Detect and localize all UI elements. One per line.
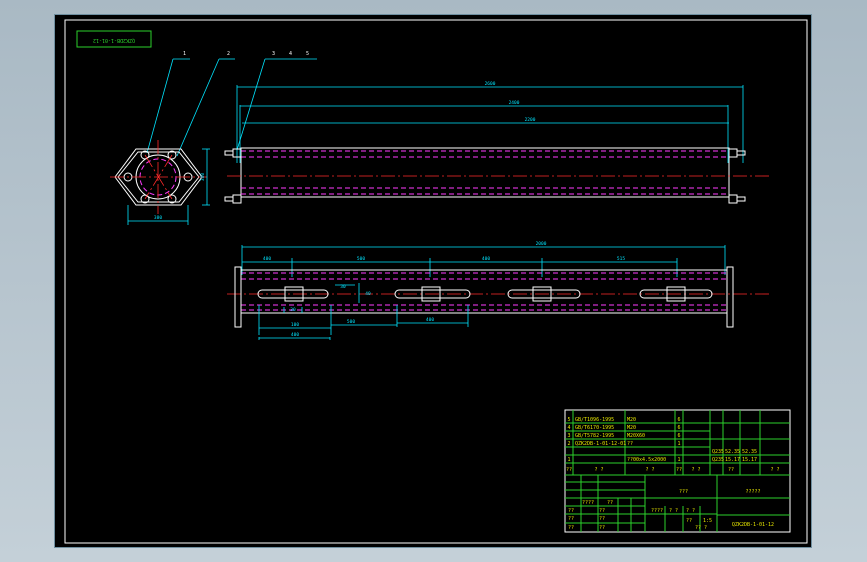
end-view: 380 380: [110, 140, 210, 225]
balloon-5: 5: [306, 51, 309, 57]
part-1-weight: 15.17: [725, 457, 740, 463]
scale-cells: ???? ? ? ? ? ?? 1:5: [651, 508, 712, 524]
part-1-material: Q235: [712, 457, 724, 463]
part-4-no: 4: [567, 425, 570, 431]
part-4-name: M20: [627, 425, 636, 431]
end-view-width-dim: 380: [154, 215, 162, 221]
part-2-code: QZK2DB-1-01-12-01: [575, 441, 626, 447]
sign-cell-2: ??: [568, 508, 574, 514]
bottom-segment-4: 515: [617, 256, 625, 262]
part-5-qty: 6: [677, 417, 680, 423]
scale-cell-4: ??: [686, 518, 692, 524]
sign-cell-4: ??: [568, 525, 574, 531]
part-2-material: Q235: [712, 449, 724, 455]
drawing-name: ?????: [745, 489, 760, 495]
sign-cell-1: ????: [582, 500, 594, 506]
part-3-name: M20X60: [627, 433, 645, 439]
part-4-code: GB/T6170-1995: [575, 425, 614, 431]
top-overall-dim: 2600: [485, 81, 496, 87]
scale-cell-5: 1:5: [703, 518, 712, 524]
part-1-total: 15.17: [742, 457, 757, 463]
header-no: ??: [566, 467, 572, 473]
part-1-name: ??00x4.5x2000: [627, 457, 666, 463]
drawing-code-stamp: QZK2DB-1-01-12: [76, 30, 152, 48]
end-view-height-dim: 380: [200, 173, 206, 181]
bottom-total-dim: 2000: [536, 241, 547, 247]
scale-cell-2: ? ?: [669, 508, 678, 514]
top-inner-dim: 2400: [509, 100, 520, 106]
header-qty: ??: [676, 467, 682, 473]
bottom-sub-dim-2: 400: [291, 332, 299, 338]
sign-cell-6: ??: [599, 508, 605, 514]
sheet-border: [64, 19, 808, 544]
balloon-1: 1: [183, 51, 186, 57]
bottom-segment-2: 500: [357, 256, 365, 262]
sign-cells: ???? ?? ?? ?? ?? ?? ?? ??: [568, 500, 613, 531]
cad-drawing: QZK2DB-1-01-12 1 2 3 4 5 380 380 2600 24…: [64, 19, 808, 544]
part-1-qty: 1: [677, 457, 680, 463]
part-5-no: 5: [567, 417, 570, 423]
balloon-2: 2: [227, 51, 230, 57]
sign-cell-3: ??: [568, 516, 574, 522]
part-3-qty: 6: [677, 433, 680, 439]
cad-viewport[interactable]: QZK2DB-1-01-12 1 2 3 4 5 380 380 2600 24…: [0, 0, 867, 562]
header-row: ?? ? ? ? ? ?? ? ? ?? ? ?: [566, 467, 780, 473]
header-remark: ? ?: [770, 467, 779, 473]
scale-cell-3: ? ?: [686, 508, 695, 514]
sign-cell-8: ??: [599, 525, 605, 531]
header-code: ? ?: [594, 467, 603, 473]
sheet-label: ?? ?: [695, 525, 707, 531]
header-material: ? ?: [691, 467, 700, 473]
part-2-total: 52.35: [742, 449, 757, 455]
top-tube-dim: 2200: [525, 117, 536, 123]
sign-cell-7: ??: [599, 516, 605, 522]
top-view: 2600 2400 2200: [224, 81, 771, 204]
part-4-qty: 6: [677, 425, 680, 431]
sign-cell-5: ??: [607, 500, 613, 506]
drawing-sheet[interactable]: QZK2DB-1-01-12 1 2 3 4 5 380 380 2600 24…: [54, 14, 812, 548]
part-3-no: 3: [567, 433, 570, 439]
part-2-qty: 1: [677, 441, 680, 447]
bottom-view: 2000 400 500 400 515 100 400 500 400 30 …: [227, 241, 771, 340]
part-1-no: 1: [567, 457, 570, 463]
part-5-name: M20: [627, 417, 636, 423]
bottom-sub-dim-4: 400: [426, 317, 434, 323]
part-2-name: ??: [627, 441, 633, 447]
weight-label: ???: [679, 489, 688, 495]
stamp-text: QZK2DB-1-01-12: [93, 37, 135, 43]
title-block: 5 GB/T1096-1995 M20 6 4 GB/T6170-1995 M2…: [564, 409, 791, 533]
drawing-code: QZK2DB-1-01-12: [732, 522, 774, 528]
bottom-sub-dim-7: 40: [365, 291, 371, 297]
part-3-code: GB/T5782-1995: [575, 433, 614, 439]
bottom-sub-dim-3: 500: [347, 319, 355, 325]
header-name: ? ?: [645, 467, 654, 473]
bottom-segment-1: 400: [263, 256, 271, 262]
balloon-4: 4: [289, 51, 292, 57]
bottom-segment-3: 400: [482, 256, 490, 262]
bottom-sub-dim-5: 30: [290, 307, 296, 313]
part-5-code: GB/T1096-1995: [575, 417, 614, 423]
parts-list-rows: 5 GB/T1096-1995 M20 6 4 GB/T6170-1995 M2…: [567, 417, 757, 463]
scale-cell-1: ????: [651, 508, 663, 514]
header-weight: ??: [728, 467, 734, 473]
bottom-sub-dim-1: 100: [291, 322, 299, 328]
part-2-weight: 52.35: [725, 449, 740, 455]
balloon-leaders: 1 2 3 4 5: [146, 51, 317, 157]
bottom-sub-dim-6: 30: [340, 284, 346, 290]
balloon-3: 3: [272, 51, 275, 57]
part-2-no: 2: [567, 441, 570, 447]
